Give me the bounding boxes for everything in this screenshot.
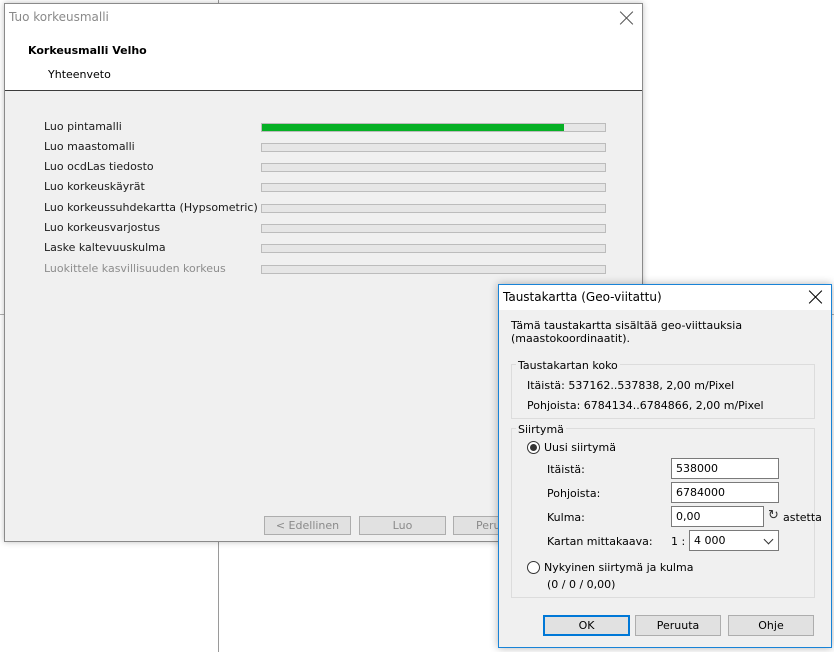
rotate-icon[interactable]: ↻ [768,508,779,523]
wizard-header-title: Korkeusmalli Velho [28,44,147,57]
task-progress-bar [261,265,606,274]
wizard-header-subtitle: Yhteenveto [48,68,111,81]
task-progress-fill [262,124,564,131]
task-progress-bar [261,123,606,132]
chevron-down-icon [763,534,774,545]
task-label: Luo pintamalli [44,120,122,133]
wizard-titlebar: Tuo korkeusmalli [5,4,642,31]
east-label: Itäistä: [547,463,585,476]
georeference-dialog: Taustakartta (Geo-viitattu) Tämä taustak… [498,284,832,648]
new-offset-radio[interactable] [527,441,540,454]
task-label: Luo ocdLas tiedosto [44,160,154,173]
wizard-close-icon[interactable] [620,11,634,25]
map-size-legend: Taustakartan koko [516,359,620,372]
task-progress-bar [261,204,606,213]
wizard-header: Korkeusmalli Velho Yhteenveto [5,31,642,91]
intro-text-line1: Tämä taustakartta sisältää geo-viittauks… [511,319,743,332]
task-progress-bar [261,163,606,172]
current-offset-radio[interactable] [527,561,540,574]
wizard-title: Tuo korkeusmalli [9,10,109,24]
intro-text-line2: (maastokoordinaatit). [511,332,630,345]
north-range-text: Pohjoista: 6784134..6784866, 2,00 m/Pixe… [527,399,764,412]
dialog-close-icon[interactable] [809,290,823,304]
task-label: Luokittele kasvillisuuden korkeus [44,262,226,275]
task-progress-bar [261,224,606,233]
task-progress-bar [261,143,606,152]
new-offset-label[interactable]: Uusi siirtymä [544,441,616,454]
degrees-link[interactable]: astetta [783,511,822,524]
help-button[interactable]: Ohje [728,615,814,636]
east-range-text: Itäistä: 537162..537838, 2,00 m/Pixel [527,379,735,392]
offset-legend: Siirtymä [516,423,566,436]
north-input[interactable] [671,482,779,503]
previous-button[interactable]: < Edellinen [264,516,351,535]
ok-button[interactable]: OK [543,615,630,636]
dialog-title: Taustakartta (Geo-viitattu) [503,290,662,304]
current-offset-values: (0 / 0 / 0,00) [547,578,616,591]
task-label: Luo korkeuskäyrät [44,180,145,193]
create-button[interactable]: Luo [359,516,446,535]
wizard-cancel-button[interactable]: Peru [453,516,503,535]
task-progress-bar [261,244,606,253]
scale-select-value: 4 000 [694,534,726,547]
task-progress-bar [261,183,606,192]
scale-label: Kartan mittakaava: [547,535,653,548]
task-label: Luo korkeusvarjostus [44,221,161,234]
task-label: Laske kaltevuuskulma [44,241,166,254]
scale-select[interactable]: 4 000 [689,530,779,551]
task-label: Luo maastomalli [44,140,135,153]
scale-prefix: 1 : [671,535,686,548]
dialog-titlebar: Taustakartta (Geo-viitattu) [499,285,831,310]
east-input[interactable] [671,458,779,479]
angle-input[interactable] [671,506,764,527]
task-label: Luo korkeussuhdekartta (Hypsometric) [44,201,258,214]
north-label: Pohjoista: [547,487,601,500]
dialog-cancel-button[interactable]: Peruuta [635,615,721,636]
angle-label: Kulma: [547,511,585,524]
current-offset-label[interactable]: Nykyinen siirtymä ja kulma [544,561,693,574]
